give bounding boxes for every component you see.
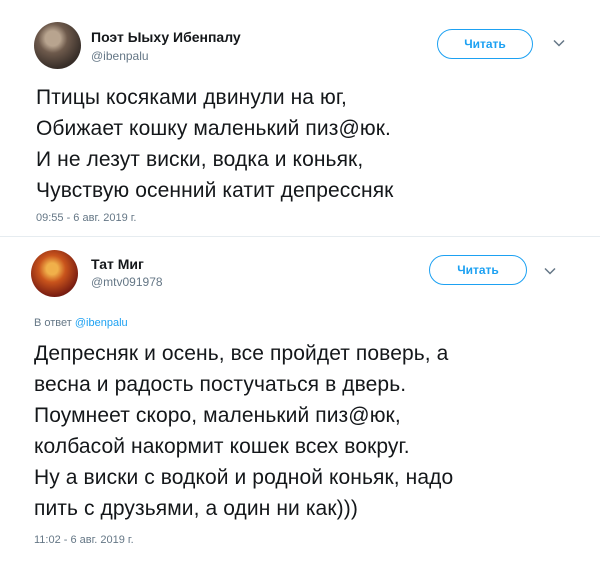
tweet-timestamp[interactable]: 11:02 - 6 авг. 2019 г. xyxy=(34,534,134,546)
user-avatar[interactable] xyxy=(34,22,81,69)
reply-to-line: В ответ @ibenpalu xyxy=(34,317,128,329)
tweet-text: Депресняк и осень, все пройдет поверь, а… xyxy=(34,342,454,520)
tweet-timestamp[interactable]: 09:55 - 6 авг. 2019 г. xyxy=(36,212,136,224)
user-avatar[interactable] xyxy=(31,250,78,297)
follow-button[interactable]: Читать xyxy=(429,255,527,285)
follow-button[interactable]: Читать xyxy=(437,29,533,59)
display-name[interactable]: Тат Миг xyxy=(91,256,144,272)
reply-prefix: В ответ xyxy=(34,317,72,329)
chevron-down-icon[interactable] xyxy=(542,263,558,279)
chevron-down-icon[interactable] xyxy=(551,35,567,51)
display-name[interactable]: Поэт Ыыху Ибенпалу xyxy=(91,29,241,45)
tweet-original: Поэт Ыыху Ибенпалу @ibenpalu Читать Птиц… xyxy=(0,0,600,236)
tweet-text: Птицы косяками двинули на юг, Обижает ко… xyxy=(36,86,394,202)
user-handle[interactable]: @mtv091978 xyxy=(91,275,163,289)
user-handle[interactable]: @ibenpalu xyxy=(91,49,149,63)
reply-mention-link[interactable]: @ibenpalu xyxy=(75,317,128,329)
